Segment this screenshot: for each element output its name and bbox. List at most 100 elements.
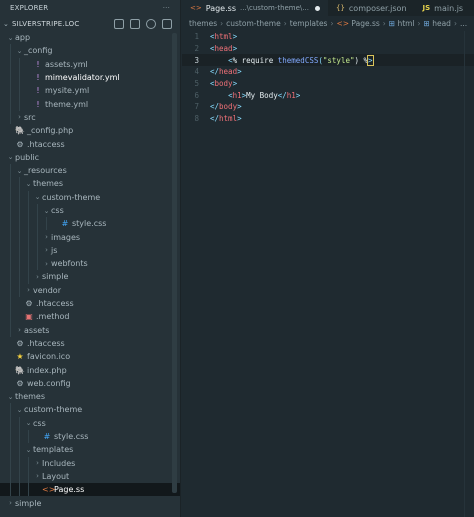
more-actions-icon[interactable]: ··· bbox=[163, 4, 170, 12]
breadcrumb-item[interactable]: <> Page.ss bbox=[336, 19, 379, 28]
indent-guide bbox=[28, 429, 29, 444]
yaml-icon: ! bbox=[36, 99, 40, 109]
indent-guide bbox=[10, 203, 11, 218]
breadcrumb-item[interactable]: custom-theme bbox=[226, 19, 281, 28]
indent-guide bbox=[10, 310, 11, 324]
breadcrumb-item[interactable]: ... bbox=[460, 19, 467, 28]
tree-item-label: .htaccess bbox=[36, 299, 74, 309]
gear-icon: ⚙ bbox=[25, 299, 33, 309]
chevron-right-icon: › bbox=[45, 259, 48, 268]
code-line[interactable]: 5 <body> bbox=[182, 78, 474, 90]
tree-item[interactable]: ⌄ themes bbox=[0, 177, 180, 191]
tree-item[interactable]: ★ favicon.ico bbox=[0, 350, 180, 363]
indent-guide bbox=[19, 243, 20, 258]
tree-item[interactable]: ! assets.yml bbox=[0, 57, 180, 71]
editor-scrollbar[interactable] bbox=[464, 31, 474, 517]
chevron-down-icon: ⌄ bbox=[16, 166, 23, 175]
tree-item[interactable]: # style.css bbox=[0, 217, 180, 231]
workspace-root[interactable]: ⌄ SILVERSTRIPE.LOC bbox=[0, 16, 180, 31]
tab-page-ss[interactable]: <> Page.ss ...\custom-theme\... bbox=[182, 0, 328, 16]
css-icon: # bbox=[61, 219, 69, 229]
indent-guide bbox=[19, 270, 20, 284]
tree-item[interactable]: ⌄ themes bbox=[0, 390, 180, 403]
code-line[interactable]: 8 </html> bbox=[182, 113, 474, 125]
refresh-icon[interactable] bbox=[146, 18, 156, 29]
js-icon: JS bbox=[422, 4, 431, 12]
tree-item[interactable]: ⚙ .htaccess bbox=[0, 137, 180, 150]
tree-item[interactable]: › vendor bbox=[0, 283, 180, 297]
tree-item[interactable]: ⌄ custom-theme bbox=[0, 403, 180, 417]
code-token: % require bbox=[232, 55, 278, 65]
tree-item[interactable]: ⌄ templates bbox=[0, 443, 180, 457]
tree-item[interactable]: ⚙ web.config bbox=[0, 377, 180, 390]
unsaved-dot-icon[interactable] bbox=[314, 5, 320, 11]
tree-item[interactable]: ⌄ _resources bbox=[0, 163, 180, 178]
tree-item[interactable]: › images bbox=[0, 230, 180, 244]
code-editor[interactable]: 1 <html> 2 <head> 3 <% require themedCSS("st… bbox=[182, 31, 474, 125]
tree-item[interactable]: ! theme.yml bbox=[0, 97, 180, 111]
tree-item[interactable]: ⌄ _config bbox=[0, 44, 180, 58]
indent-guide bbox=[10, 243, 11, 258]
tree-item[interactable]: ! mimevalidator.yml bbox=[0, 70, 180, 85]
tree-item[interactable]: ⌄ css bbox=[0, 416, 180, 430]
tree-item[interactable]: ⌄ custom-theme bbox=[0, 190, 180, 204]
tree-item[interactable]: › webfonts bbox=[0, 257, 180, 271]
code-line[interactable]: 4 </head> bbox=[182, 66, 474, 78]
tree-item-label: assets bbox=[24, 325, 50, 335]
tree-item[interactable]: # style.css bbox=[0, 429, 180, 444]
new-folder-icon[interactable] bbox=[130, 18, 140, 29]
tree-item[interactable]: ⌄ css bbox=[0, 203, 180, 218]
code-token: head bbox=[219, 67, 238, 77]
tree-item[interactable]: 🐘 _config.php bbox=[0, 124, 180, 137]
tab-label: main.js bbox=[434, 3, 464, 13]
breadcrumb-item[interactable]: ⊞ html bbox=[389, 19, 415, 28]
tree-item[interactable]: ▣ .method bbox=[0, 310, 180, 324]
tab-label: Page.ss bbox=[205, 3, 236, 13]
tree-item[interactable]: › js bbox=[0, 243, 180, 258]
code-line[interactable]: 3 <% require themedCSS("style") %> bbox=[182, 54, 474, 67]
tree-item[interactable]: › Layout bbox=[0, 469, 180, 484]
chevron-right-icon: › bbox=[45, 233, 48, 242]
code-line[interactable]: 6 <h1>My Body</h1> bbox=[182, 89, 474, 101]
tree-item[interactable]: ⚙ .htaccess bbox=[0, 337, 180, 350]
collapse-all-icon[interactable] bbox=[162, 18, 172, 29]
tab-composer-json[interactable]: {} composer.json bbox=[328, 0, 415, 16]
tree-item-label: mysite.yml bbox=[45, 86, 90, 96]
tree-item[interactable]: › Includes bbox=[0, 456, 180, 470]
code-line[interactable]: 7 </body> bbox=[182, 101, 474, 113]
tree-item[interactable]: › simple bbox=[0, 270, 180, 284]
tree-item[interactable]: › src bbox=[0, 110, 180, 125]
tree-item[interactable]: <> Page.ss bbox=[0, 483, 180, 497]
indent-guide bbox=[37, 217, 38, 231]
tree-item[interactable]: › assets bbox=[0, 323, 180, 337]
breadcrumb-item[interactable]: ⊞ head bbox=[424, 19, 451, 28]
indent-guide bbox=[19, 429, 20, 444]
indent-guide bbox=[37, 257, 38, 271]
tab-main-js[interactable]: JS main.js bbox=[415, 0, 472, 16]
code-token: > bbox=[295, 90, 301, 100]
tree-item[interactable]: ! mysite.yml bbox=[0, 84, 180, 98]
breadcrumb-item[interactable]: themes bbox=[189, 19, 217, 28]
indent-guide bbox=[10, 456, 11, 470]
tree-item[interactable]: ⌄ app bbox=[0, 31, 180, 44]
code-token: > bbox=[232, 79, 238, 89]
line-number: 4 bbox=[194, 67, 199, 77]
chevron-down-icon: ⌄ bbox=[34, 193, 41, 202]
chevron-right-icon: › bbox=[36, 459, 39, 468]
editor-tabs: <> Page.ss ...\custom-theme\...{} composer.… bbox=[182, 0, 474, 16]
tree-item[interactable]: 🐘 index.php bbox=[0, 363, 180, 376]
tree-item[interactable]: ⚙ .htaccess bbox=[0, 296, 180, 311]
sidebar-scrollbar[interactable] bbox=[172, 33, 177, 493]
code-token: > bbox=[367, 54, 374, 66]
new-file-icon[interactable] bbox=[114, 18, 124, 29]
breadcrumb-item[interactable]: templates bbox=[290, 19, 328, 28]
tree-item[interactable]: ⌄ public bbox=[0, 151, 180, 164]
tree-item-label: _resources bbox=[24, 166, 67, 176]
code-token: </ bbox=[210, 114, 220, 124]
code-token: My Body bbox=[246, 90, 278, 100]
tree-item-label: webfonts bbox=[51, 259, 88, 269]
code-token: html bbox=[219, 114, 238, 124]
tree-item[interactable]: › simple bbox=[0, 496, 180, 509]
code-line[interactable]: 2 <head> bbox=[182, 43, 474, 55]
code-line[interactable]: 1 <html> bbox=[182, 31, 474, 43]
